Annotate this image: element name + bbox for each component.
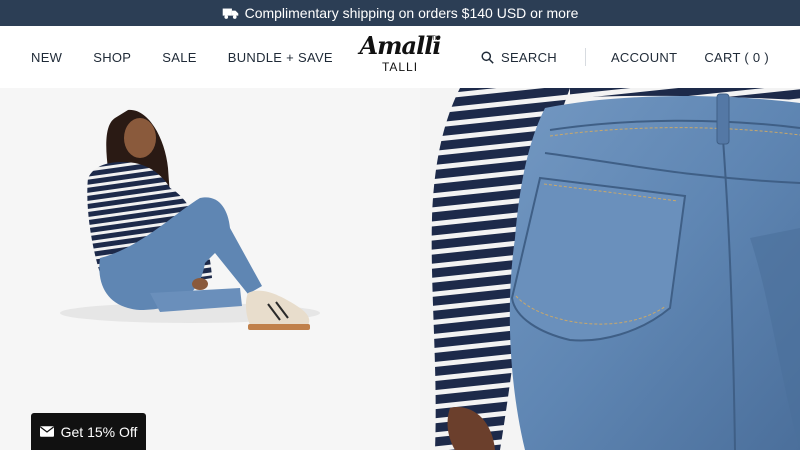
account-link[interactable]: ACCOUNT [611, 50, 677, 65]
logo-subtitle: TALLI [381, 60, 419, 74]
nav-item-shop[interactable]: SHOP [93, 50, 131, 65]
nav-item-new[interactable]: NEW [31, 50, 62, 65]
search-label: SEARCH [500, 49, 557, 65]
logo-trademark: TM [431, 36, 440, 42]
logo-script: Amalli [359, 31, 442, 60]
utility-nav: SEARCH ACCOUNT CART ( 0 ) [481, 26, 769, 88]
hero-image-jeans-closeup[interactable] [420, 88, 800, 450]
truck-icon [222, 8, 238, 19]
search-icon [481, 50, 494, 64]
hero-image-seated-model[interactable] [0, 88, 420, 450]
announcement-text: Complimentary shipping on orders $140 US… [244, 5, 579, 21]
envelope-icon [39, 426, 54, 437]
nav-item-sale[interactable]: SALE [162, 50, 196, 65]
cart-link[interactable]: CART ( 0 ) [704, 50, 769, 65]
nav-divider [584, 48, 586, 66]
main-nav: NEW SHOP SALE BUNDLE + SAVE [31, 26, 333, 88]
announcement-bar: Complimentary shipping on orders $140 US… [0, 0, 800, 26]
discount-label: Get 15% Off [60, 423, 138, 440]
brand-logo[interactable]: Amalli TM TALLI [358, 32, 442, 84]
nav-item-bundle-save[interactable]: BUNDLE + SAVE [228, 50, 333, 65]
site-header: NEW SHOP SALE BUNDLE + SAVE Amalli TM TA… [0, 26, 800, 88]
discount-popup-button[interactable]: Get 15% Off [31, 413, 146, 450]
hero-banner[interactable] [0, 88, 800, 450]
search-button[interactable]: SEARCH [481, 50, 557, 65]
